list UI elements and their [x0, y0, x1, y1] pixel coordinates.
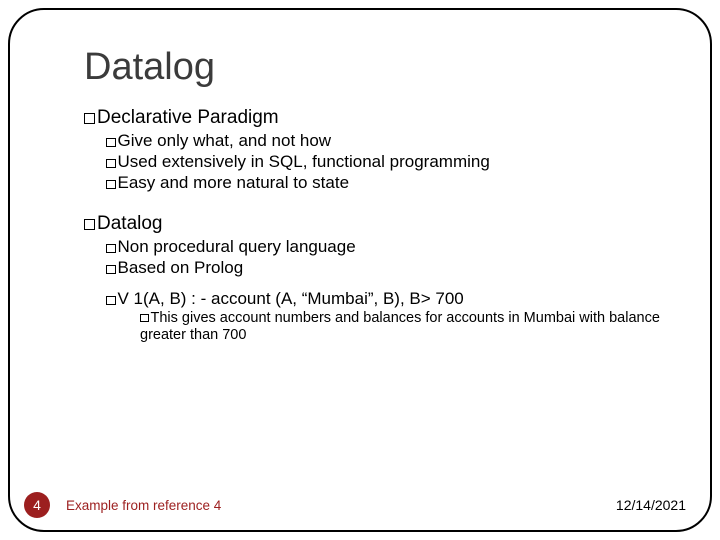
- list-item: Easy and more natural to state: [106, 173, 668, 193]
- date-text: 12/14/2021: [616, 497, 686, 513]
- item-text: Give only what, and not how: [118, 131, 332, 150]
- square-bullet-icon: [106, 265, 116, 275]
- square-bullet-icon: [106, 159, 116, 169]
- slide-frame: Datalog Declarative Paradigm Give only w…: [8, 8, 712, 532]
- list-item: Non procedural query language: [106, 237, 668, 257]
- reference-text: Example from reference 4: [66, 498, 221, 513]
- heading-text: Datalog: [97, 213, 163, 234]
- list-item: Based on Prolog: [106, 258, 668, 278]
- item-text: Non procedural query language: [118, 237, 356, 256]
- list-item: Used extensively in SQL, functional prog…: [106, 152, 668, 172]
- square-bullet-icon: [106, 138, 116, 148]
- example-item: V 1(A, B) : - account (A, “Mumbai”, B), …: [106, 289, 668, 309]
- note-text: This gives account numbers and balances …: [140, 310, 660, 343]
- item-text: Easy and more natural to state: [118, 173, 350, 192]
- section-declarative-heading: Declarative Paradigm: [84, 107, 668, 129]
- slide-title: Datalog: [84, 46, 668, 89]
- square-bullet-icon: [106, 180, 116, 190]
- slide-content: Declarative Paradigm Give only what, and…: [84, 107, 668, 345]
- example-text: V 1(A, B) : - account (A, “Mumbai”, B), …: [118, 289, 464, 308]
- item-text: Used extensively in SQL, functional prog…: [118, 152, 490, 171]
- list-item: Give only what, and not how: [106, 131, 668, 151]
- square-bullet-icon: [106, 296, 116, 306]
- square-bullet-icon: [140, 314, 149, 323]
- example-note: This gives account numbers and balances …: [140, 310, 660, 345]
- item-text: Based on Prolog: [118, 258, 244, 277]
- slide-footer: 4 Example from reference 4 12/14/2021: [0, 488, 720, 518]
- heading-text: Declarative Paradigm: [97, 107, 279, 128]
- square-bullet-icon: [106, 244, 116, 254]
- square-bullet-icon: [84, 219, 95, 230]
- page-number-badge: 4: [24, 492, 50, 518]
- square-bullet-icon: [84, 113, 95, 124]
- section-datalog-heading: Datalog: [84, 213, 668, 235]
